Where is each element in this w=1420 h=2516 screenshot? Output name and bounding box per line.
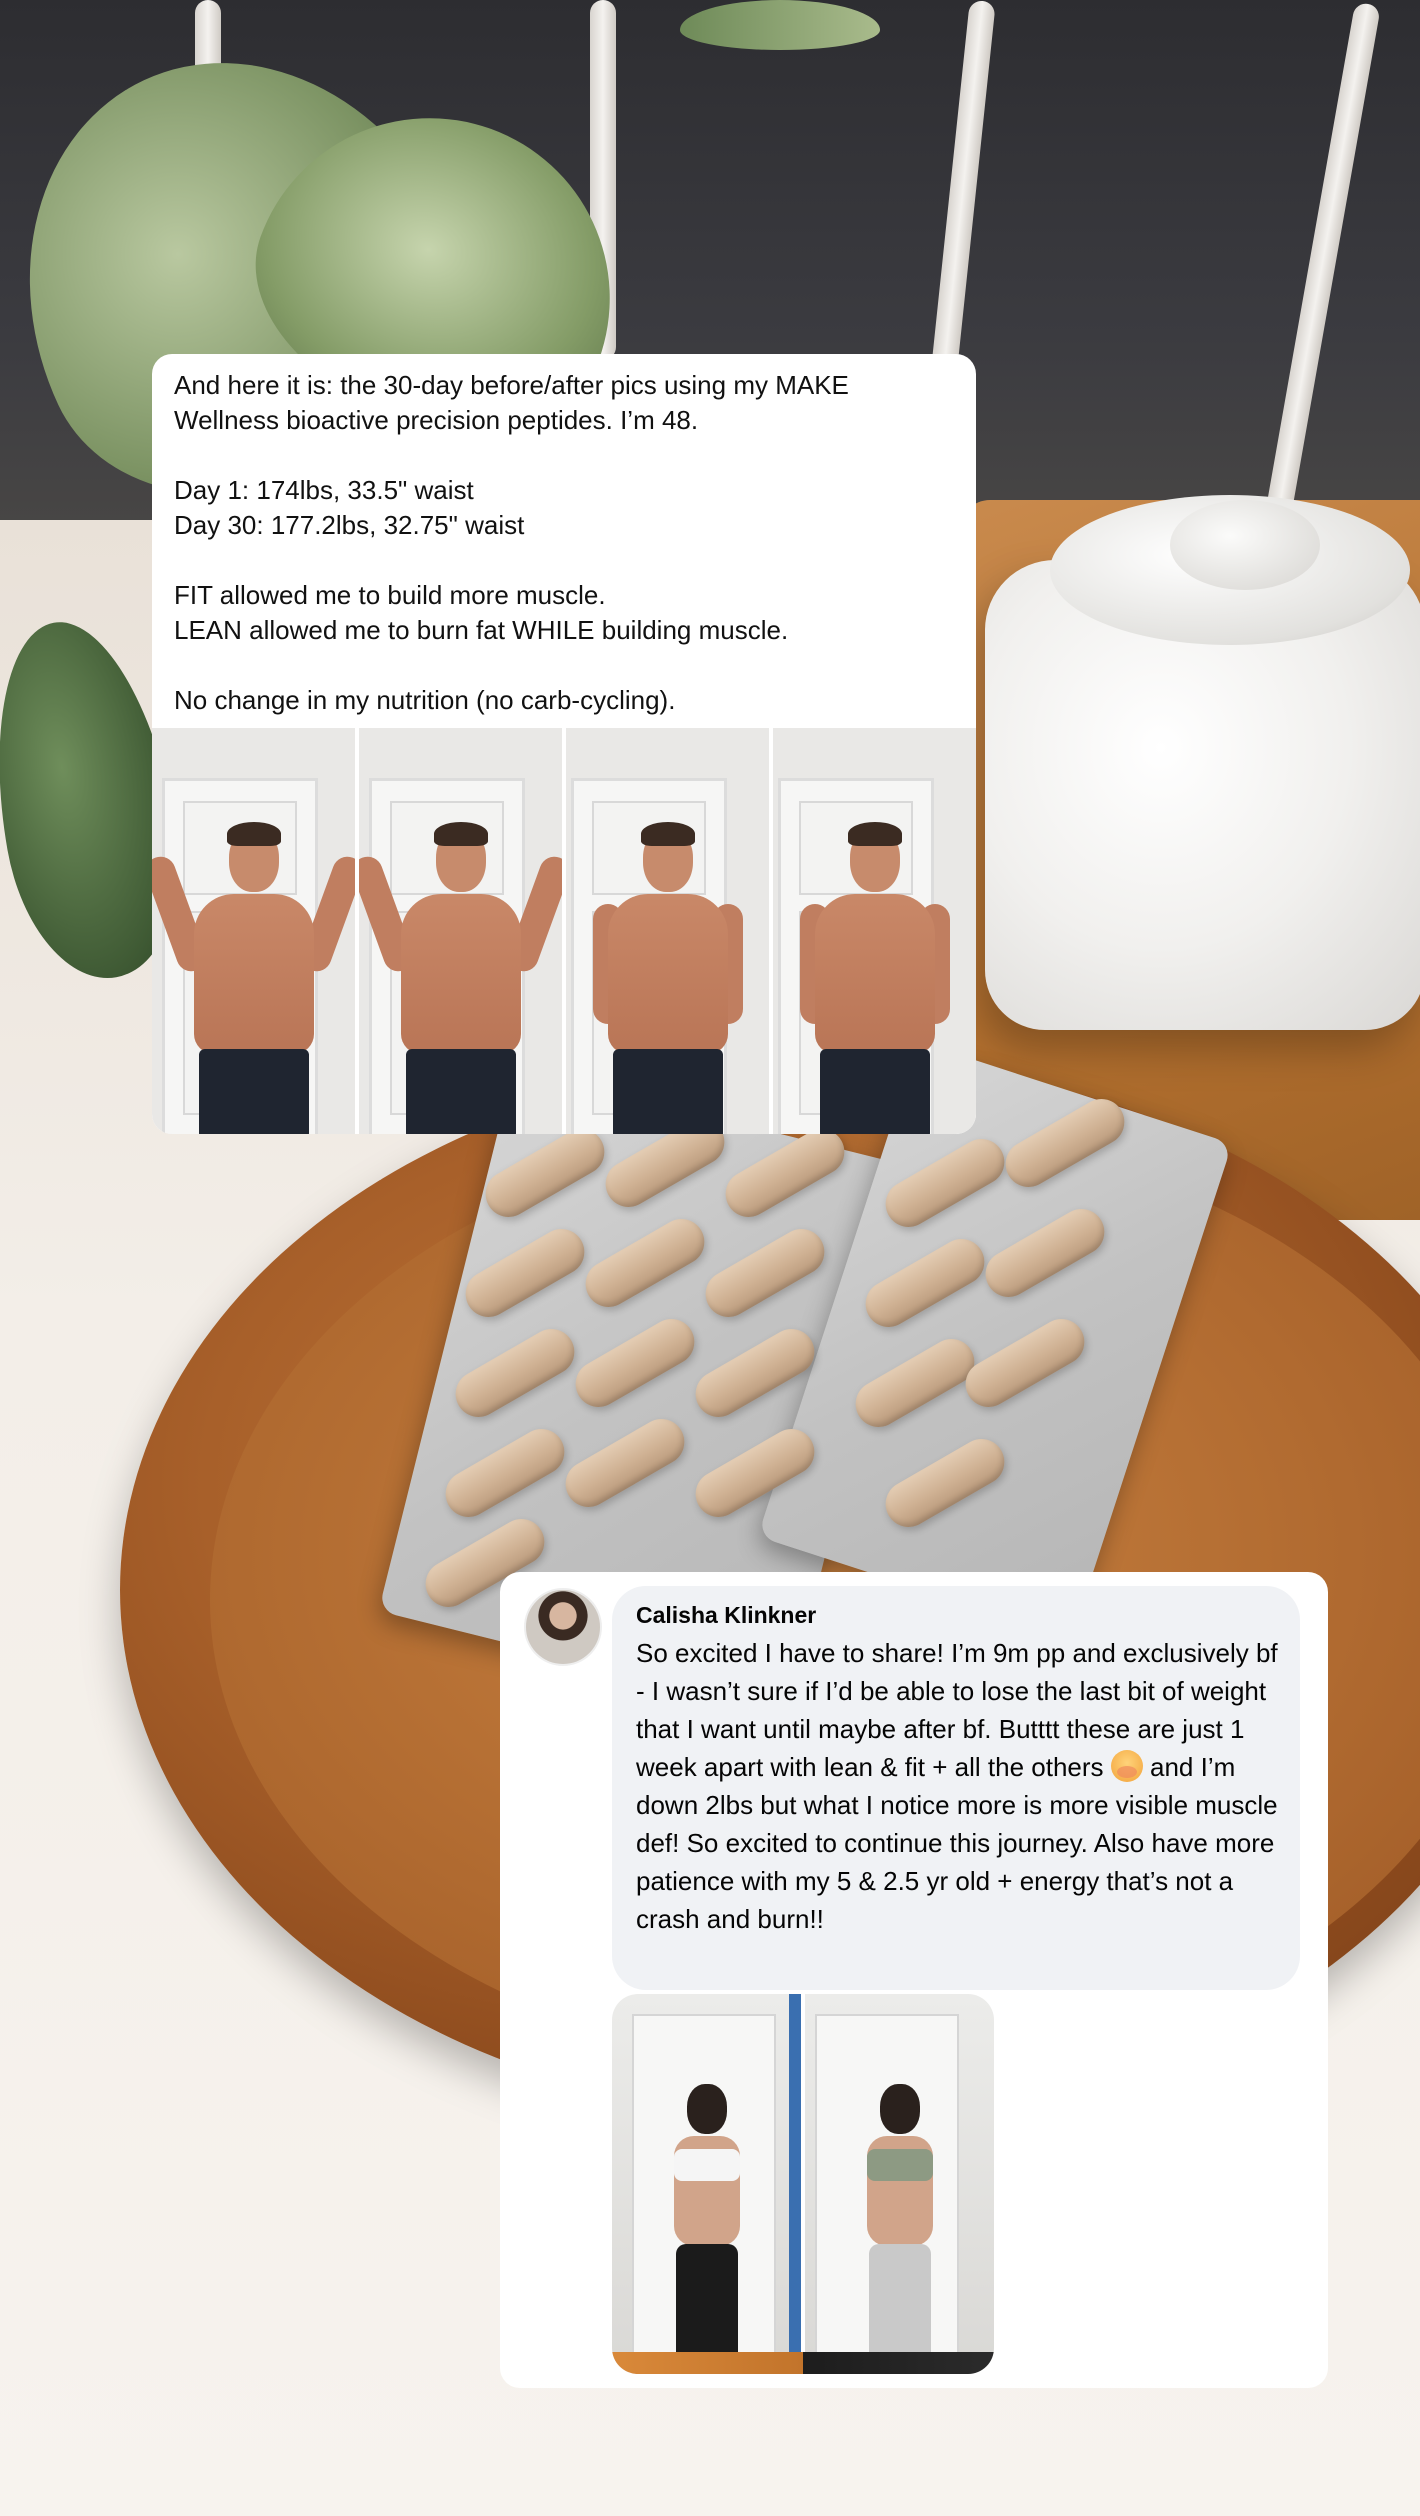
comment-photo-after: [805, 1994, 994, 2374]
man-figure: [152, 794, 355, 1134]
fit-note: FIT allowed me to build more muscle.: [174, 580, 606, 610]
woman-figure: [652, 2044, 762, 2364]
post-line: Wellness bioactive precision peptides. I…: [174, 405, 699, 435]
man-figure: [790, 794, 960, 1134]
avatar[interactable]: [524, 1588, 602, 1666]
after-photo-front[interactable]: [773, 728, 976, 1134]
comment-author[interactable]: Calisha Klinkner: [636, 1602, 816, 1629]
comment-photo-before: [612, 1994, 801, 2374]
day30-stats: Day 30: 177.2lbs, 32.75" waist: [174, 510, 525, 540]
before-after-photos[interactable]: [152, 728, 976, 1134]
lean-note: LEAN allowed me to burn fat WHILE buildi…: [174, 615, 789, 645]
woman-figure: [845, 2044, 955, 2364]
after-photo-flex[interactable]: [359, 728, 562, 1134]
post-card: And here it is: the 30-day before/after …: [152, 354, 976, 1134]
comment-bubble: Calisha Klinkner So excited I have to sh…: [612, 1586, 1300, 1990]
smiling-face-with-hearts-icon: [1110, 1750, 1143, 1782]
bathroom-sink: [612, 2352, 994, 2374]
comment-photo[interactable]: [612, 1994, 994, 2374]
comment-card: Calisha Klinkner So excited I have to sh…: [500, 1572, 1328, 2388]
before-photo-flex[interactable]: [152, 728, 355, 1134]
marble-jar-knob: [1170, 500, 1320, 590]
post-text: And here it is: the 30-day before/after …: [152, 354, 976, 718]
nutrition-note: No change in my nutrition (no carb-cycli…: [174, 685, 676, 715]
before-photo-front[interactable]: [566, 728, 769, 1134]
man-figure: [359, 794, 562, 1134]
day1-stats: Day 1: 174lbs, 33.5" waist: [174, 475, 474, 505]
man-figure: [583, 794, 753, 1134]
comment-text: So excited I have to share! I’m 9m pp an…: [636, 1634, 1286, 1938]
post-line: And here it is: the 30-day before/after …: [174, 370, 849, 400]
